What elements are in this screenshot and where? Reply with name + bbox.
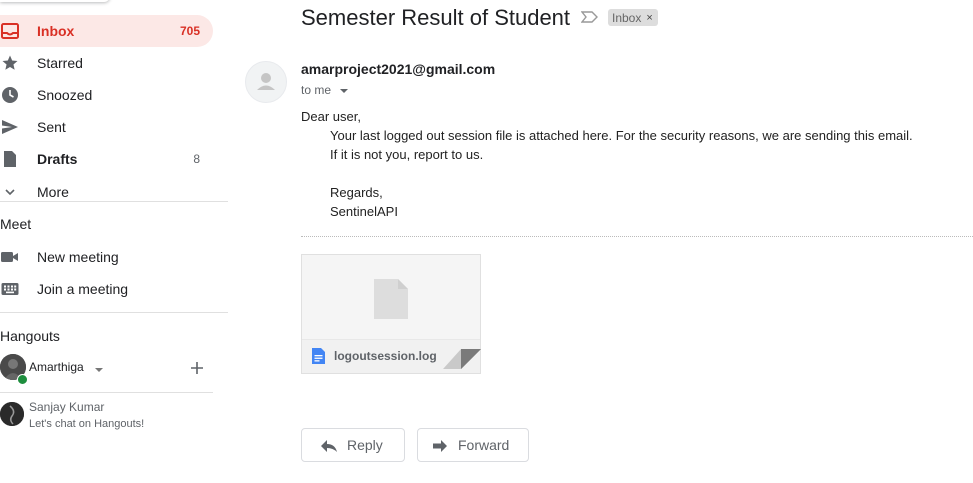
- sidebar-item-label: Drafts: [37, 151, 78, 167]
- label-chip-text: Inbox: [612, 10, 642, 25]
- contact-avatar[interactable]: [0, 402, 24, 426]
- attachment-card[interactable]: logoutsession.log: [301, 254, 481, 374]
- inbox-icon: [0, 21, 20, 41]
- sidebar-item-label: Inbox: [37, 23, 75, 39]
- attachment-filename: logoutsession.log: [334, 349, 437, 363]
- sender-email[interactable]: amarproject2021@gmail.com: [301, 61, 495, 77]
- recipient-label: to me: [301, 83, 332, 97]
- forward-label: Forward: [458, 437, 510, 453]
- chevron-down-icon: [0, 182, 20, 202]
- sidebar-item-label: Snoozed: [37, 87, 93, 103]
- sidebar-item-label: Starred: [37, 55, 83, 71]
- star-icon: [0, 53, 20, 73]
- remove-label-icon[interactable]: ×: [646, 12, 652, 24]
- forward-icon: [432, 439, 448, 456]
- send-icon: [0, 117, 20, 137]
- keyboard-icon: [0, 279, 20, 299]
- hangouts-section-title: Hangouts: [0, 328, 60, 344]
- sidebar-item-inbox[interactable]: Inbox 705: [0, 15, 213, 47]
- page-curl-icon: [443, 349, 481, 374]
- sidebar: Inbox 705 Starred Snoozed Sent Drafts 8 …: [0, 0, 230, 483]
- forward-button[interactable]: Forward: [417, 428, 529, 462]
- video-camera-icon: [0, 247, 20, 267]
- hangouts-divider: [0, 392, 213, 393]
- sidebar-item-starred[interactable]: Starred: [0, 47, 213, 79]
- caret-down-icon[interactable]: [94, 361, 104, 379]
- sidebar-item-label: More: [37, 184, 69, 200]
- email-signature: SentinelAPI: [330, 204, 398, 219]
- compose-button-edge[interactable]: [0, 0, 110, 2]
- sidebar-item-sent[interactable]: Sent: [0, 111, 213, 143]
- email-body-line: Your last logged out session file is att…: [330, 128, 913, 143]
- new-meeting-label: New meeting: [37, 249, 119, 265]
- sidebar-item-label: Sent: [37, 119, 66, 135]
- sidebar-item-snoozed[interactable]: Snoozed: [0, 79, 213, 111]
- contact-status: Let's chat on Hangouts!: [29, 418, 145, 430]
- email-subject: Semester Result of Student: [301, 5, 571, 30]
- join-meeting-label: Join a meeting: [37, 281, 129, 297]
- meet-section-title: Meet: [0, 216, 32, 232]
- recipient-details[interactable]: to me: [301, 83, 349, 98]
- reply-icon: [320, 439, 338, 456]
- join-meeting-item[interactable]: Join a meeting: [0, 273, 213, 305]
- sidebar-divider: [0, 201, 228, 202]
- file-icon: [312, 348, 325, 369]
- email-body-line: If it is not you, report to us.: [330, 147, 484, 162]
- reply-button[interactable]: Reply: [301, 428, 405, 462]
- email-greeting: Dear user,: [301, 109, 361, 124]
- add-contact-icon[interactable]: [189, 360, 205, 381]
- caret-down-icon[interactable]: [339, 84, 349, 98]
- contact-name[interactable]: Sanjay Kumar: [29, 400, 104, 414]
- draft-icon: [0, 149, 20, 169]
- clock-icon: [0, 85, 20, 105]
- drafts-count: 8: [193, 152, 200, 166]
- inbox-label-chip[interactable]: Inbox ×: [608, 9, 658, 26]
- importance-marker-icon[interactable]: [580, 10, 599, 29]
- online-status-icon: [17, 374, 28, 385]
- sidebar-item-drafts[interactable]: Drafts 8: [0, 143, 213, 175]
- reply-label: Reply: [347, 437, 383, 453]
- sidebar-item-more[interactable]: More: [0, 176, 213, 208]
- current-user-name[interactable]: Amarthiga: [29, 360, 84, 374]
- email-sign-off: Regards,: [330, 185, 383, 200]
- sidebar-divider: [0, 312, 228, 313]
- file-preview-icon: [374, 279, 408, 324]
- attachment-divider: [301, 236, 973, 237]
- inbox-count: 705: [179, 24, 200, 38]
- new-meeting-item[interactable]: New meeting: [0, 241, 213, 273]
- sender-avatar: [245, 61, 287, 103]
